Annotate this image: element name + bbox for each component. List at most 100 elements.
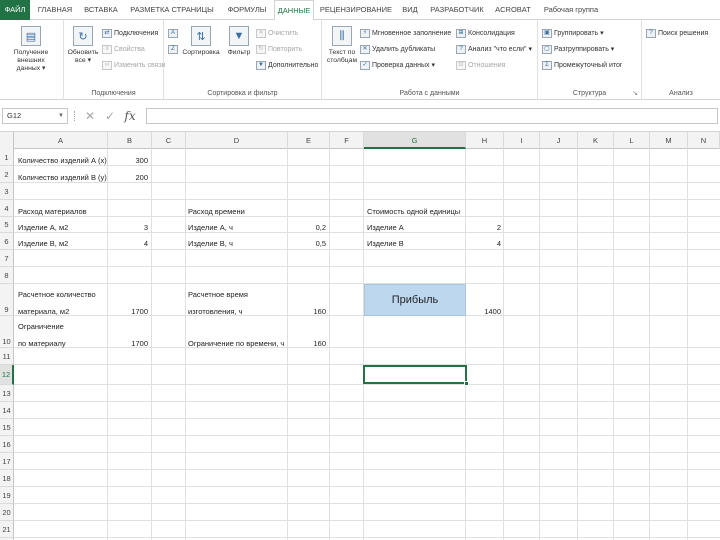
- cell-E6[interactable]: 0,5: [288, 238, 328, 249]
- column-header-N[interactable]: N: [688, 132, 720, 149]
- cancel-icon[interactable]: ✕: [82, 108, 98, 124]
- column-header-A[interactable]: A: [14, 132, 108, 149]
- cell-A9-line1[interactable]: Расчетное количество: [16, 289, 98, 300]
- connections-button[interactable]: ⇄ Подключения: [102, 28, 158, 40]
- row-header-3[interactable]: 3: [0, 183, 14, 200]
- column-header-K[interactable]: K: [578, 132, 614, 149]
- column-header-C[interactable]: C: [152, 132, 186, 149]
- column-header-L[interactable]: L: [614, 132, 650, 149]
- text-to-columns-button[interactable]: ⫼ Текст по столбцам: [326, 24, 358, 80]
- solver-button[interactable]: ? Поиск решения: [646, 28, 708, 40]
- column-header-H[interactable]: H: [466, 132, 504, 149]
- tab-page-layout[interactable]: РАЗМЕТКА СТРАНИЦЫ: [124, 0, 220, 20]
- cell-E5[interactable]: 0,2: [288, 222, 328, 233]
- fill-handle[interactable]: [464, 381, 469, 386]
- row-header-4[interactable]: 4: [0, 200, 14, 217]
- data-validation-button[interactable]: ✓ Проверка данных ▾: [360, 60, 454, 72]
- cell-A4[interactable]: Расход материалов: [16, 206, 89, 217]
- cell-A10-line1[interactable]: Ограничение: [16, 321, 66, 332]
- row-header-1[interactable]: 1: [0, 149, 14, 166]
- row-header-19[interactable]: 19: [0, 487, 14, 504]
- cell-D4[interactable]: Расход времени: [186, 206, 247, 217]
- enter-icon[interactable]: ✓: [102, 108, 118, 124]
- cell-D9-line2[interactable]: изготовления, ч: [186, 306, 245, 317]
- column-header-F[interactable]: F: [330, 132, 364, 149]
- name-box[interactable]: G12 ▼: [2, 108, 68, 124]
- cell-A9-line2[interactable]: материала, м2: [16, 306, 71, 317]
- column-header-I[interactable]: I: [504, 132, 540, 149]
- cell-E10[interactable]: 160: [288, 338, 328, 349]
- cell-D6[interactable]: Изделие В, ч: [186, 238, 235, 249]
- column-header-B[interactable]: B: [108, 132, 152, 149]
- tab-insert[interactable]: ВСТАВКА: [80, 0, 122, 20]
- tab-file[interactable]: ФАЙЛ: [0, 0, 30, 20]
- chevron-down-icon[interactable]: ▼: [58, 109, 64, 123]
- edit-links-button[interactable]: ∞ Изменить связи: [102, 60, 166, 72]
- cell-A6[interactable]: Изделие В, м2: [16, 238, 70, 249]
- remove-duplicates-button[interactable]: ✕ Удалить дубликаты: [360, 44, 454, 56]
- tab-formulas[interactable]: ФОРМУЛЫ: [222, 0, 272, 20]
- column-header-E[interactable]: E: [288, 132, 330, 149]
- cell-B2[interactable]: 200: [108, 172, 150, 183]
- row-header-18[interactable]: 18: [0, 470, 14, 487]
- row-header-9[interactable]: 9: [0, 284, 14, 316]
- row-header-16[interactable]: 16: [0, 436, 14, 453]
- row-header-11[interactable]: 11: [0, 348, 14, 365]
- row-header-7[interactable]: 7: [0, 250, 14, 267]
- cell-A10-line2[interactable]: по материалу: [16, 338, 68, 349]
- cell-H6[interactable]: 4: [466, 238, 503, 249]
- column-header-D[interactable]: D: [186, 132, 288, 149]
- row-header-21[interactable]: 21: [0, 521, 14, 538]
- select-all-corner[interactable]: [0, 132, 14, 149]
- cell-H9[interactable]: 1400: [466, 306, 503, 317]
- insert-function-icon[interactable]: fx: [122, 108, 138, 124]
- relationships-button[interactable]: ⊡ Отношения: [456, 60, 536, 72]
- what-if-button[interactable]: ? Анализ "что если" ▾: [456, 44, 536, 56]
- outline-launcher-icon[interactable]: ↘: [632, 89, 638, 97]
- cell-D10[interactable]: Ограничение по времени, ч: [186, 338, 286, 349]
- cell-A1[interactable]: Количество изделий А (x): [16, 155, 109, 166]
- group-button[interactable]: ▣ Группировать ▾: [542, 28, 604, 40]
- get-external-data-button[interactable]: ▤ Получение внешних данных ▾: [12, 24, 50, 80]
- column-header-J[interactable]: J: [540, 132, 578, 149]
- row-header-5[interactable]: 5: [0, 217, 14, 233]
- subtotal-button[interactable]: Σ Промежуточный итог: [542, 60, 622, 72]
- consolidate-button[interactable]: ⊞ Консолидация: [456, 28, 536, 40]
- row-header-6[interactable]: 6: [0, 233, 14, 250]
- tab-workgroup[interactable]: Рабочая группа: [538, 0, 604, 20]
- tab-developer[interactable]: РАЗРАБОТЧИК: [426, 0, 488, 20]
- clear-filter-button[interactable]: ✕ Очистить: [256, 28, 298, 40]
- tab-acrobat[interactable]: ACROBAT: [490, 0, 536, 20]
- cell-D9-line1[interactable]: Расчетное время: [186, 289, 250, 300]
- cell-E9[interactable]: 160: [288, 306, 328, 317]
- ungroup-button[interactable]: ▢ Разгруппировать ▾: [542, 44, 614, 56]
- profit-button[interactable]: Прибыль: [364, 284, 466, 316]
- sort-za-button[interactable]: Z: [168, 44, 180, 56]
- tab-data[interactable]: ДАННЫЕ: [274, 0, 314, 21]
- row-header-13[interactable]: 13: [0, 385, 14, 402]
- cell-B9[interactable]: 1700: [108, 306, 150, 317]
- refresh-all-button[interactable]: ↻ Обновить все ▾: [66, 24, 100, 80]
- advanced-filter-button[interactable]: ▼ Дополнительно: [256, 60, 318, 72]
- formula-input[interactable]: [146, 108, 718, 124]
- cell-G4[interactable]: Стоимость одной единицы: [365, 206, 462, 217]
- row-header-20[interactable]: 20: [0, 504, 14, 521]
- cell-G6[interactable]: Изделие В: [365, 238, 406, 249]
- sort-button[interactable]: ⇅ Сортировка: [182, 24, 220, 80]
- worksheet-grid[interactable]: ABCDEFGHIJKLMN 1 2 3 4 5 6 7 8 9 10 11 12 13 14 15 16 17…: [0, 132, 720, 540]
- sort-az-button[interactable]: A: [168, 28, 180, 40]
- row-header-15[interactable]: 15: [0, 419, 14, 436]
- properties-button[interactable]: ≡ Свойства: [102, 44, 145, 56]
- cell-D5[interactable]: Изделие А, ч: [186, 222, 235, 233]
- tab-review[interactable]: РЕЦЕНЗИРОВАНИЕ: [318, 0, 394, 20]
- filter-button[interactable]: ▼ Фильтр: [222, 24, 256, 80]
- column-header-M[interactable]: M: [650, 132, 688, 149]
- flash-fill-button[interactable]: ⚡ Мгновенное заполнение: [360, 28, 454, 40]
- row-header-10[interactable]: 10: [0, 316, 14, 348]
- tab-home[interactable]: ГЛАВНАЯ: [32, 0, 78, 20]
- tab-view[interactable]: ВИД: [396, 0, 424, 20]
- cell-A2[interactable]: Количество изделий В (y): [16, 172, 109, 183]
- cell-G5[interactable]: Изделие А: [365, 222, 406, 233]
- row-header-8[interactable]: 8: [0, 267, 14, 284]
- cell-B10[interactable]: 1700: [108, 338, 150, 349]
